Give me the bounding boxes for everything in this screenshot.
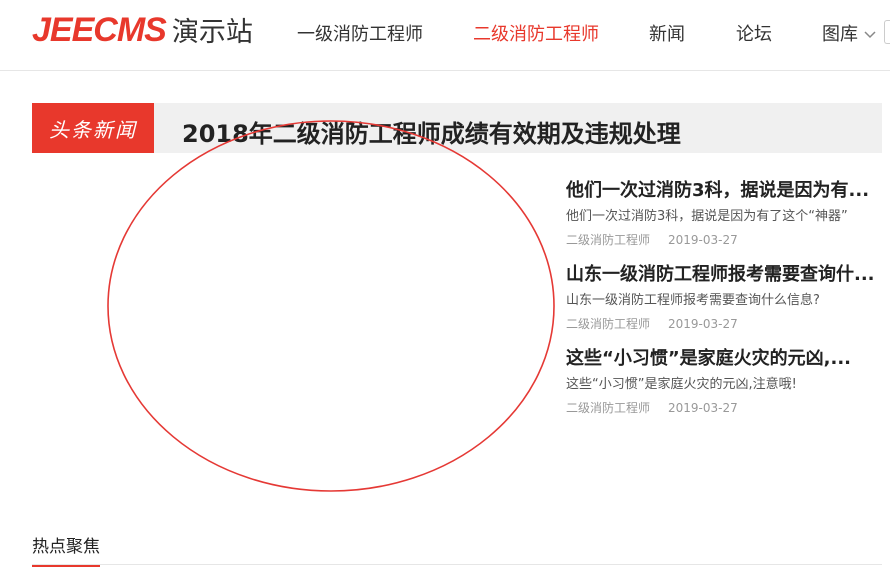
- news-category[interactable]: 二级消防工程师: [566, 401, 650, 415]
- site-logo[interactable]: JEECMS 演示站: [32, 10, 253, 50]
- list-item[interactable]: 这些“小习惯”是家庭火灾的元凶,... 这些“小习惯”是家庭火灾的元凶,注意哦!…: [566, 346, 876, 430]
- news-desc: 他们一次过消防3科，据说是因为有了这个“神器”: [566, 209, 848, 224]
- chevron-down-icon: [864, 31, 876, 39]
- nav-item-level1-fire-engineer[interactable]: 一级消防工程师: [297, 20, 423, 46]
- news-date: 2019-03-27: [668, 317, 738, 331]
- news-date: 2019-03-27: [668, 401, 738, 415]
- list-item[interactable]: 山东一级消防工程师报考需要查询什... 山东一级消防工程师报考需要查询什么信息?…: [566, 262, 876, 346]
- news-desc: 这些“小习惯”是家庭火灾的元凶,注意哦!: [566, 377, 797, 392]
- section-title[interactable]: 热点聚焦: [32, 532, 100, 567]
- logo-text-cn: 演示站: [171, 17, 253, 48]
- nav-item-gallery[interactable]: 图库: [822, 20, 876, 46]
- news-category[interactable]: 二级消防工程师: [566, 317, 650, 331]
- news-category[interactable]: 二级消防工程师: [566, 233, 650, 247]
- logo-text-en: JEECMS: [32, 11, 167, 49]
- news-title[interactable]: 这些“小习惯”是家庭火灾的元凶,...: [566, 346, 876, 372]
- headline-tag: 头条新闻: [32, 103, 154, 153]
- nav-item-forum[interactable]: 论坛: [736, 20, 772, 46]
- news-meta: 二级消防工程师 2019-03-27: [566, 232, 876, 248]
- nav-item-gallery-label: 图库: [822, 24, 858, 45]
- news-meta: 二级消防工程师 2019-03-27: [566, 316, 876, 332]
- hot-focus-section: 热点聚焦: [32, 528, 882, 567]
- news-title[interactable]: 山东一级消防工程师报考需要查询什...: [566, 262, 876, 288]
- headline-title[interactable]: 2018年二级消防工程师成绩有效期及违规处理: [182, 114, 681, 149]
- news-meta: 二级消防工程师 2019-03-27: [566, 400, 876, 416]
- news-date: 2019-03-27: [668, 233, 738, 247]
- nav-item-level2-fire-engineer[interactable]: 二级消防工程师: [473, 20, 599, 46]
- nav-item-news[interactable]: 新闻: [649, 20, 685, 46]
- search-box[interactable]: [884, 20, 890, 44]
- news-title[interactable]: 他们一次过消防3科，据说是因为有...: [566, 178, 876, 204]
- news-list: 他们一次过消防3科，据说是因为有... 他们一次过消防3科，据说是因为有了这个“…: [566, 178, 876, 430]
- site-header: JEECMS 演示站 一级消防工程师 二级消防工程师 新闻 论坛 图库: [0, 0, 890, 71]
- headline-banner[interactable]: 头条新闻 2018年二级消防工程师成绩有效期及违规处理: [32, 103, 882, 153]
- annotation-oval: [107, 120, 555, 492]
- list-item[interactable]: 他们一次过消防3科，据说是因为有... 他们一次过消防3科，据说是因为有了这个“…: [566, 178, 876, 262]
- news-desc: 山东一级消防工程师报考需要查询什么信息?: [566, 293, 820, 308]
